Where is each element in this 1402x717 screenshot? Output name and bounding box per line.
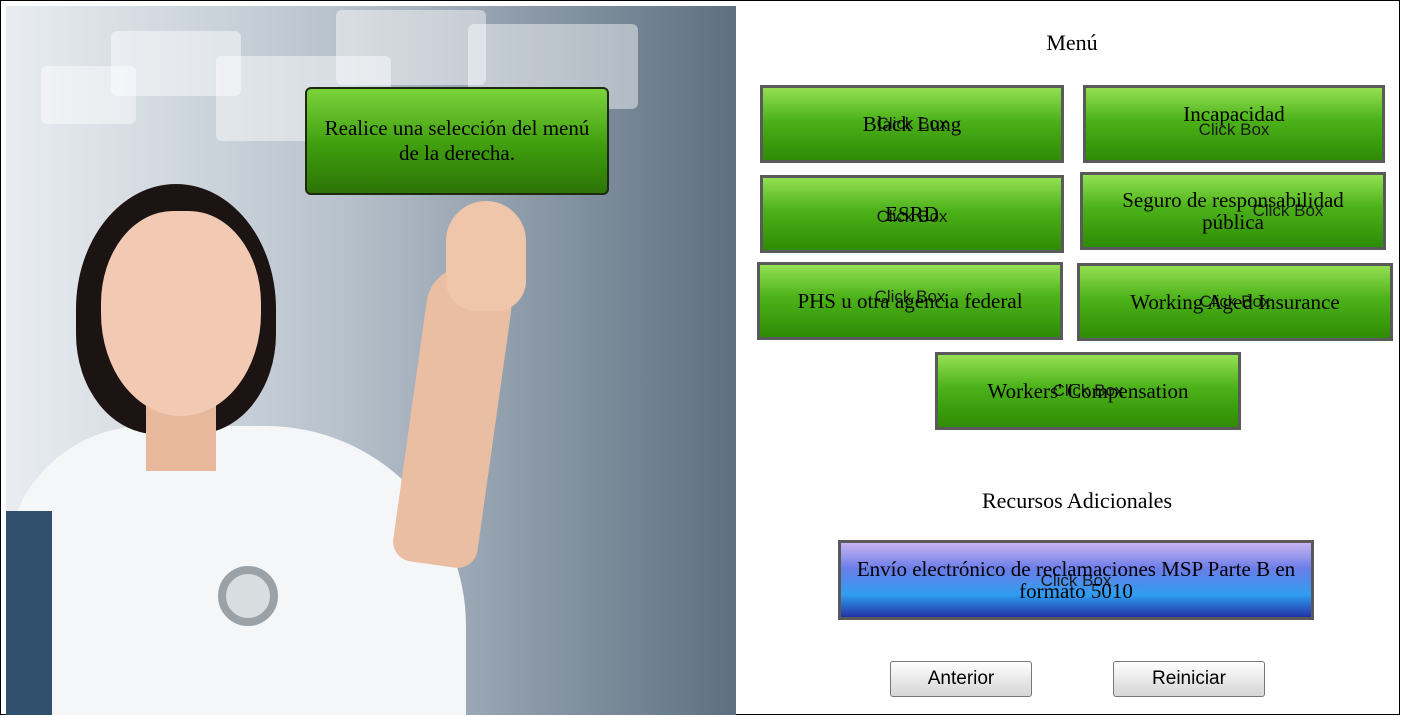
stethoscope-icon [218,566,278,626]
menu-item-phs[interactable]: PHS u otra agencia federal Click Box [757,262,1063,340]
menu-item-label: ESRD [885,202,939,226]
menu-item-black-lung[interactable]: Black Lung Click Box [760,85,1064,163]
menu-item-label: Seguro de responsabilidad pública [1122,188,1344,234]
glass-tile [336,10,486,85]
menu-item-seguro-responsabilidad[interactable]: Seguro de responsabilidad pública Click … [1080,172,1386,250]
menu-title: Menú [1046,30,1098,55]
back-button[interactable]: Anterior [890,661,1032,697]
menu-item-label: Workers' Compensation [987,379,1189,403]
nurse-hand [446,201,526,311]
instruction-box: Realice una selección del menú de la der… [305,87,609,195]
resource-link-label: Envío electrónico de reclamaciones MSP P… [856,557,1296,603]
nurse-face [101,211,261,416]
clipboard [6,511,52,715]
resources-title: Recursos Adicionales [981,488,1173,513]
menu-item-label: Incapacidad [1183,102,1285,126]
menu-item-esrd[interactable]: ESRD Click Box [760,175,1064,253]
menu-item-incapacidad[interactable]: Incapacidad Click Box [1083,85,1385,163]
menu-item-label: PHS u otra agencia federal [797,289,1023,313]
resource-link-5010[interactable]: Envío electrónico de reclamaciones MSP P… [838,540,1314,620]
menu-item-workers-compensation[interactable]: Workers' Compensation Click Box [935,352,1241,430]
instruction-text: Realice una selección del menú de la der… [324,116,590,165]
reset-button[interactable]: Reiniciar [1113,661,1265,697]
menu-item-label: Working Aged Insurance [1130,290,1340,314]
menu-item-working-aged[interactable]: Working Aged Insurance Click Box [1077,263,1393,341]
menu-item-label: Black Lung [862,112,962,136]
